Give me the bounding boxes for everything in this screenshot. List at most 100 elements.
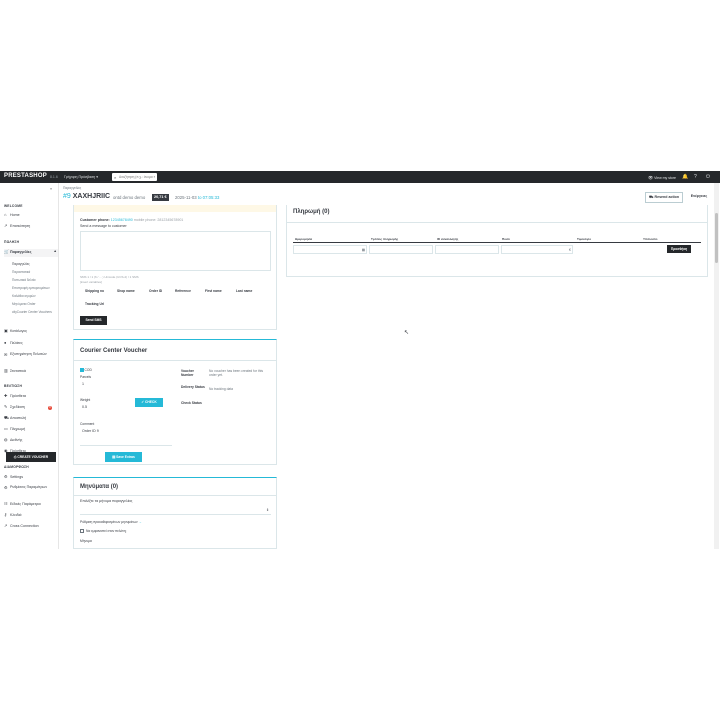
sidebar-item-home[interactable]: ⌂ Home — [4, 212, 58, 220]
var-tracking-url[interactable]: Tracking Url — [85, 302, 104, 306]
sidebar-item-design[interactable]: ✎ Σχεδίαση 8 — [4, 404, 58, 412]
comment-label: Comment — [80, 422, 95, 426]
sidebar-item-cross-connection[interactable]: ↗ Cross Connection — [4, 523, 58, 531]
messages-card: Μηνύματα (0) Επιλέξτε τα μήνυμα παραγγελ… — [73, 477, 277, 549]
chevron-down-icon: ⇕ — [266, 508, 269, 512]
sidebar-item-overview[interactable]: ↗ Επισκόπηση — [4, 223, 58, 231]
checkbox-icon — [80, 529, 84, 534]
sidebar-item-modules[interactable]: ✚ Πρόσθετα — [4, 393, 58, 401]
sidebar-item-international[interactable]: ◍ Διεθνής — [4, 437, 58, 445]
bell-icon[interactable]: 🔔 — [682, 174, 688, 180]
transaction-id-input[interactable] — [435, 245, 499, 254]
comment-textarea[interactable]: Order ID 9 — [80, 428, 172, 446]
search-icon: ⌕ — [114, 174, 117, 180]
sidebar-item-orders[interactable]: 🛒Παραγγελίες ▴ — [4, 249, 58, 257]
var-first-name[interactable]: First name — [205, 289, 222, 293]
resend-action-button[interactable]: ⛟ Resend action — [645, 192, 683, 203]
parcels-input[interactable]: 1 — [80, 381, 140, 390]
payment-title: Πληρωμή (0) — [293, 209, 330, 215]
payment-date-input[interactable]: ▦ — [293, 245, 367, 254]
calendar-icon: ▦ — [361, 247, 365, 252]
col-balance: Υπόλοιπο — [643, 237, 658, 241]
logo: PRESTASHOP — [4, 173, 47, 179]
invoice-select[interactable] — [575, 245, 639, 254]
weight-label: Weight — [80, 398, 91, 402]
sidebar-item-shipping[interactable]: ⛟Αποστολή — [4, 415, 58, 423]
parcels-label: Parcels — [80, 375, 91, 379]
sidebar-sub-credit-slips[interactable]: Πιστωτικά δελτία — [12, 278, 35, 282]
sidebar-item-customer-service[interactable]: ✉ Εξυπηρέτηση Πελατών — [4, 352, 58, 364]
section-improve: ΒΕΛΤΙΩΣΗ — [4, 384, 23, 388]
order-date: 2025-11-03 to 07:05:33 — [175, 195, 220, 200]
actions-button[interactable]: Ενέργειες — [686, 192, 712, 203]
sidebar-item-settings[interactable]: ⚙ Settings — [4, 474, 58, 482]
sidebar-item-keys[interactable]: ⚷ Κλειδιά — [4, 512, 58, 520]
eye-icon: 👁 — [648, 174, 654, 180]
section-welcome: WELCOME — [4, 204, 23, 208]
sidebar-item-advanced[interactable]: ☷ Ειδικές Παράμετροι — [4, 501, 58, 509]
message-select[interactable]: ⇕ — [80, 506, 271, 515]
sidebar-sub-invoices[interactable]: Παραστατικά — [12, 270, 30, 274]
sms-counter: SMS 1 / 1 (6 / ... ) Unicode (UCS-2) / 1… — [80, 275, 139, 279]
check-status-label: Check Status — [181, 401, 202, 405]
check-button[interactable]: ✓ CHECK — [135, 398, 163, 407]
var-last-name[interactable]: Last name — [236, 289, 252, 293]
payment-method-input[interactable] — [369, 245, 433, 254]
message-config-link[interactable]: Ρύθμιση προκαθορισμένων μηνυμάτων → — [80, 520, 142, 524]
sms-card: Customer phone: 12345678490 mobile phone… — [73, 205, 277, 330]
courier-voucher-card: Courier Center Voucher COD Parcels 1 Wei… — [73, 339, 277, 465]
collapse-sidebar-icon[interactable]: « — [50, 186, 52, 191]
sidebar-item-parameters[interactable]: ⚙ Ρυθμίσεις Παραμέτρων — [4, 485, 58, 497]
create-voucher-button[interactable]: ⎙ CREATE VOUCHER — [6, 452, 56, 462]
order-customer: ontd demo demo — [113, 195, 146, 200]
mouse-cursor-icon: ↖ — [404, 330, 410, 336]
sidebar-sub-returns[interactable]: Επιστροφή εμπορευμάτων — [12, 286, 50, 290]
quick-access-dropdown[interactable]: Γρήγορη Πρόσβαση ▾ — [64, 175, 98, 179]
divider — [287, 222, 707, 223]
message-select-label: Επιλέξτε τα μήνυμα παραγγελίας — [80, 499, 133, 503]
sidebar-item-catalog[interactable]: ▣ Κατάλογος — [4, 328, 58, 336]
sidebar-item-customers[interactable]: ● Πελάτες — [4, 340, 58, 348]
notification-badge: 8 — [48, 405, 52, 410]
var-order-id[interactable]: Order ID — [149, 289, 162, 293]
sidebar-item-payment[interactable]: ▭ Πληρωμή — [4, 426, 58, 434]
sidebar-sub-vouchers[interactable]: cityCourier Center Vouchers — [12, 310, 56, 314]
col-amount: Ποσό — [502, 237, 510, 241]
messages-title: Μηνύματα (0) — [80, 484, 119, 490]
sidebar-sub-messages[interactable]: Μηνύματα Order — [12, 302, 36, 306]
view-store-link[interactable]: 👁View my store — [648, 175, 676, 180]
send-sms-button[interactable]: Send SMS — [80, 316, 107, 325]
payment-card: Πληρωμή (0) Ημερομηνία Τρόπος πληρωμής I… — [286, 205, 708, 277]
search-box[interactable]: ⌕ — [112, 173, 157, 181]
breadcrumb[interactable]: Παραγγελίες — [63, 186, 81, 190]
search-input[interactable] — [119, 174, 155, 180]
divider — [74, 495, 276, 496]
sms-textarea[interactable] — [80, 231, 271, 271]
sidebar: « WELCOME ⌂ Home ↗ Επισκόπηση ΠΩΛΗΣΗ 🛒Παρα… — [0, 183, 59, 549]
scrollbar[interactable] — [714, 183, 719, 549]
add-payment-button[interactable]: Προσθήκη — [667, 245, 691, 253]
display-to-customer-checkbox[interactable]: Να εμφανιστεί στον πελάτη; — [80, 529, 126, 534]
divider — [74, 360, 276, 361]
voucher-number-label: Voucher Number — [181, 369, 194, 377]
power-icon[interactable]: ⏻ — [706, 174, 710, 180]
var-shipping-no[interactable]: Shipping no — [85, 289, 104, 293]
col-date: Ημερομηνία — [295, 237, 313, 241]
checkbox-checked-icon — [80, 368, 84, 372]
sidebar-item-stats[interactable]: ▥ Στατιστικά — [4, 368, 58, 376]
section-configure: ΔΙΑΜΟΡΦΩΣΗ — [4, 465, 29, 469]
help-icon[interactable]: ? — [694, 174, 697, 180]
var-shop-name[interactable]: Shop name — [117, 289, 135, 293]
var-reference[interactable]: Reference — [175, 289, 191, 293]
scrollbar-thumb[interactable] — [715, 213, 718, 263]
sidebar-sub-carts[interactable]: Καλάθια αγορών — [12, 294, 36, 298]
save-extras-button[interactable]: ▤ Save Extras — [105, 452, 142, 462]
weight-input[interactable]: 0.5 — [80, 404, 140, 413]
cod-checkbox[interactable]: COD — [80, 368, 92, 372]
sms-variables-label: [insert variables] — [80, 280, 102, 284]
send-message-label: Send a message to customer — [80, 224, 127, 228]
amount-input[interactable]: € — [501, 245, 573, 254]
voucher-number-value: No voucher has been created for this ord… — [209, 369, 264, 377]
sidebar-sub-orders[interactable]: Παραγγελίες — [12, 262, 30, 266]
col-transaction-id: ID συναλλαγής — [437, 237, 459, 241]
